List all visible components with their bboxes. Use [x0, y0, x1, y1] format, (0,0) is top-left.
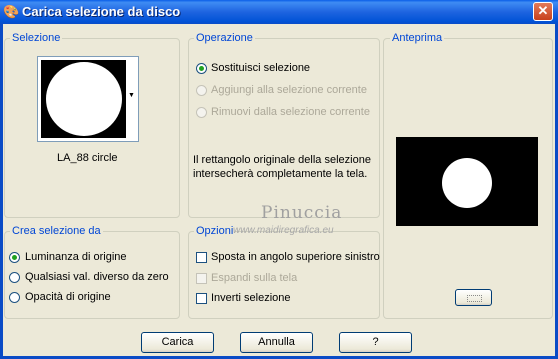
carica-button[interactable]: Carica — [141, 332, 214, 353]
app-icon: 🎨 — [3, 4, 20, 19]
annulla-button[interactable]: Annulla — [240, 332, 313, 353]
help-button[interactable]: ? — [339, 332, 412, 353]
label-aggiungi: Aggiungi alla selezione corrente — [211, 84, 367, 96]
preview-circle — [442, 158, 492, 208]
anteprima-legend: Anteprima — [390, 32, 445, 45]
selection-picker[interactable]: ▼ — [37, 56, 139, 142]
operazione-legend: Operazione — [194, 32, 255, 45]
selection-thumbnail — [41, 60, 126, 138]
label-qualsiasi[interactable]: Qualsiasi val. diverso da zero — [25, 271, 169, 284]
preview-image — [396, 137, 538, 226]
opzioni-legend: Opzioni — [194, 225, 236, 238]
radio-opacita[interactable] — [9, 292, 20, 303]
selection-name: LA_88 circle — [57, 152, 118, 164]
label-sposta[interactable]: Sposta in angolo superiore sinistro — [211, 251, 380, 264]
info-text-line1: Il rettangolo originale della selezione — [193, 154, 371, 166]
info-text-line2: intersecherà completamente la tela. — [193, 168, 368, 180]
label-opacita[interactable]: Opacità di origine — [25, 291, 111, 304]
label-sostituisci[interactable]: Sostituisci selezione — [211, 62, 310, 75]
radio-dot-icon — [12, 255, 17, 260]
radio-aggiungi — [196, 85, 207, 96]
window-title: Carica selezione da disco — [22, 4, 181, 19]
dropdown-arrow-icon[interactable]: ▼ — [127, 91, 136, 101]
label-luminanza[interactable]: Luminanza di origine — [25, 251, 127, 264]
preview-navigator-button[interactable] — [455, 289, 492, 306]
watermark-name: Pinuccia — [261, 203, 343, 223]
crea-legend: Crea selezione da — [10, 225, 103, 238]
circle-shape — [46, 62, 122, 136]
checkbox-inverti[interactable] — [196, 293, 207, 304]
radio-rimuovi — [196, 107, 207, 118]
close-button[interactable]: ✕ — [533, 2, 553, 21]
radio-luminanza[interactable] — [9, 252, 20, 263]
navigator-icon — [467, 295, 482, 302]
checkbox-sposta[interactable] — [196, 252, 207, 263]
window-frame-left — [0, 24, 3, 359]
radio-sostituisci[interactable] — [196, 63, 207, 74]
radio-qualsiasi[interactable] — [9, 272, 20, 283]
checkbox-espandi — [196, 273, 207, 284]
selezione-legend: Selezione — [10, 32, 63, 45]
label-espandi: Espandi sulla tela — [211, 272, 298, 284]
watermark-url: www.maidiregrafica.eu — [233, 225, 334, 236]
label-rimuovi: Rimuovi dalla selezione corrente — [211, 106, 370, 118]
radio-dot-icon — [199, 66, 204, 71]
label-inverti[interactable]: Inverti selezione — [211, 292, 291, 305]
